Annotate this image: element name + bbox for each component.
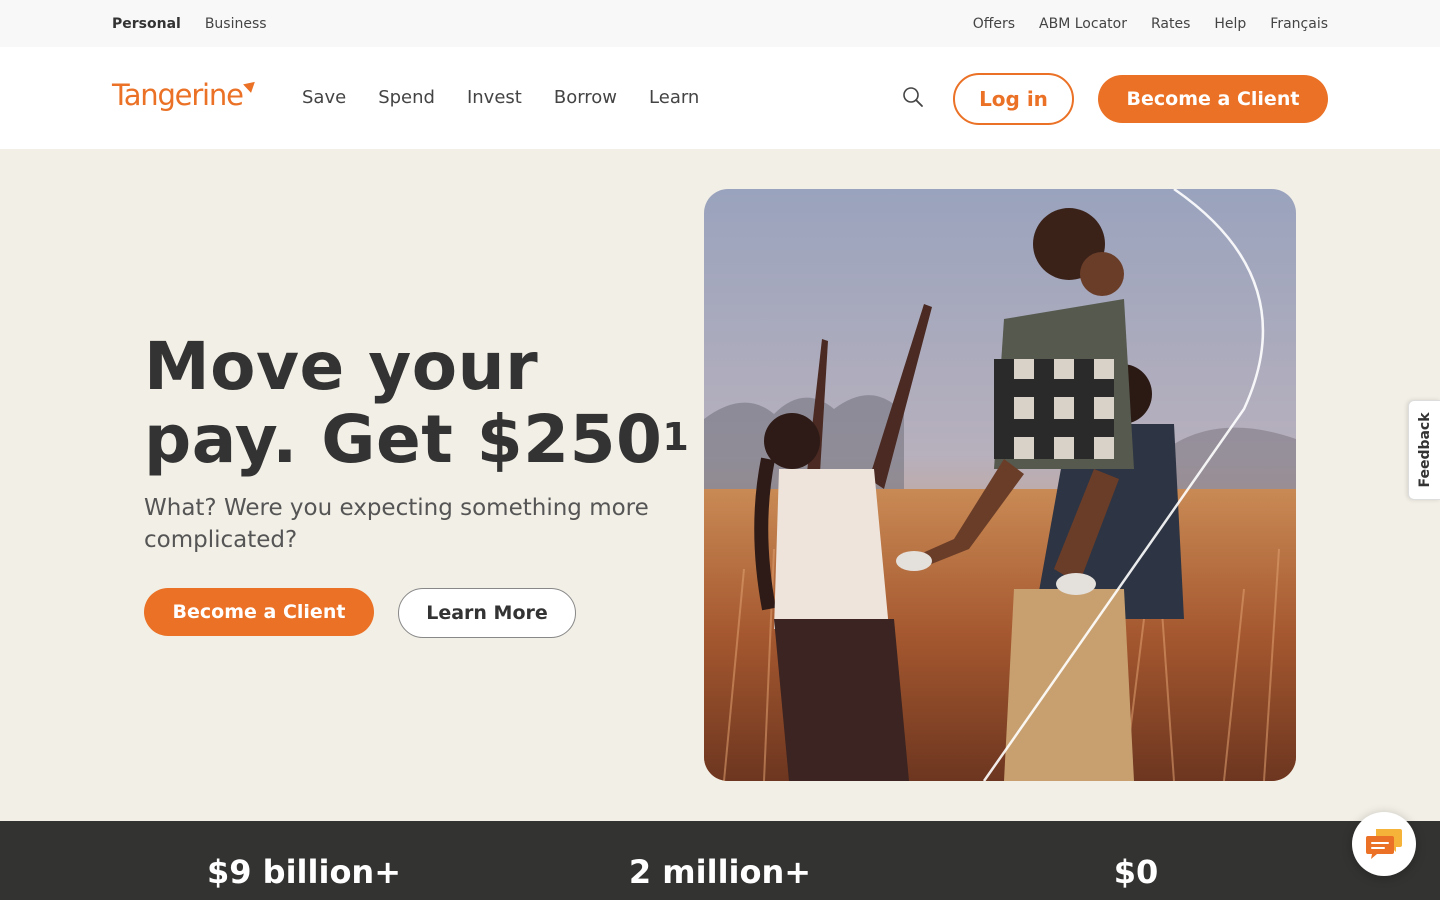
hero-title-footnote[interactable]: 1: [662, 415, 689, 459]
nav-invest-link[interactable]: Invest: [467, 87, 522, 108]
feedback-label: Feedback: [1416, 412, 1433, 488]
logo-wordmark: Tangerine: [112, 78, 244, 112]
nav-spend-link[interactable]: Spend: [378, 87, 435, 108]
hero-photo-illustration: [704, 189, 1296, 781]
chat-icon: [1366, 829, 1402, 859]
utility-links: Offers ABM Locator Rates Help Français: [973, 16, 1328, 32]
rates-link[interactable]: Rates: [1151, 16, 1190, 32]
language-toggle-link[interactable]: Français: [1270, 16, 1328, 32]
segment-switch: Personal Business: [112, 16, 267, 32]
primary-nav-links: Save Spend Invest Borrow Learn: [302, 87, 699, 108]
segment-business-link[interactable]: Business: [205, 16, 267, 32]
offers-link[interactable]: Offers: [973, 16, 1015, 32]
nav-learn-link[interactable]: Learn: [649, 87, 699, 108]
stats-band: $9 billion+ 2 million+ $0: [0, 821, 1440, 900]
main-navigation: Tangerine Save Spend Invest Borrow Learn…: [0, 47, 1440, 149]
hero-title-line1: Move your: [144, 328, 539, 405]
segment-personal-link[interactable]: Personal: [112, 16, 181, 32]
nav-borrow-link[interactable]: Borrow: [554, 87, 617, 108]
chat-button[interactable]: [1352, 812, 1416, 876]
stat-assets: $9 billion+: [206, 853, 402, 891]
nav-save-link[interactable]: Save: [302, 87, 346, 108]
feedback-tab[interactable]: Feedback: [1408, 400, 1440, 500]
stat-fees: $0: [1113, 853, 1159, 891]
become-client-nav-button[interactable]: Become a Client: [1098, 75, 1328, 123]
hero-title: Move your pay. Get $2501: [144, 330, 704, 476]
logo-mark-icon: [242, 81, 257, 95]
hero-subtitle: What? Were you expecting something more …: [144, 495, 649, 553]
hero-become-client-button[interactable]: Become a Client: [144, 588, 374, 636]
hero-learn-more-button[interactable]: Learn More: [398, 588, 576, 638]
help-link[interactable]: Help: [1214, 16, 1246, 32]
hero-family-photo: [704, 189, 1296, 781]
hero-title-line2: pay. Get $250: [144, 401, 663, 478]
search-icon[interactable]: [902, 86, 924, 108]
login-button[interactable]: Log in: [953, 73, 1074, 125]
tangerine-logo[interactable]: Tangerine: [112, 78, 257, 112]
utility-bar: Personal Business Offers ABM Locator Rat…: [0, 0, 1440, 47]
stat-clients: 2 million+: [628, 853, 812, 891]
abm-locator-link[interactable]: ABM Locator: [1039, 16, 1127, 32]
